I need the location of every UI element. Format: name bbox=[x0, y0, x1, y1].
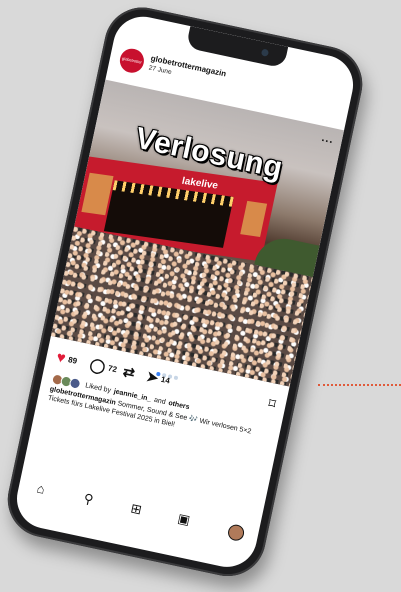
liked-by-others[interactable]: others bbox=[168, 400, 190, 411]
like-button[interactable]: ♥ 89 bbox=[55, 349, 78, 369]
search-icon[interactable]: ⚲ bbox=[82, 490, 94, 508]
share-button[interactable]: ➤ 14 bbox=[145, 368, 171, 389]
bookmark-icon[interactable]: ⌑ bbox=[267, 395, 277, 413]
bottom-navbar: ⌂ ⚲ ⊞ ▣ bbox=[17, 477, 260, 547]
heart-icon[interactable]: ♥ bbox=[55, 349, 67, 367]
create-icon[interactable]: ⊞ bbox=[129, 500, 143, 518]
phone-screen: globetrotter globetrottermagazin 27 June… bbox=[11, 11, 359, 573]
reels-icon[interactable]: ▣ bbox=[176, 510, 191, 528]
comment-count: 72 bbox=[107, 363, 118, 375]
post-image[interactable]: lakelive Verlosung ... bbox=[50, 79, 345, 387]
home-icon[interactable]: ⌂ bbox=[35, 480, 46, 496]
share-icon[interactable]: ➤ bbox=[145, 368, 160, 386]
comment-button[interactable]: ◯ 72 bbox=[88, 356, 118, 377]
comment-icon[interactable]: ◯ bbox=[88, 356, 107, 375]
stage-screen-right bbox=[240, 200, 268, 237]
more-options-icon[interactable]: ... bbox=[321, 132, 335, 146]
profile-icon[interactable] bbox=[226, 523, 246, 543]
phone-body: globetrotter globetrottermagazin 27 June… bbox=[0, 0, 370, 584]
repost-icon[interactable]: ⇄ bbox=[122, 363, 137, 381]
phone-mockup: globetrotter globetrottermagazin 27 June… bbox=[0, 0, 401, 592]
like-count: 89 bbox=[67, 355, 78, 366]
account-avatar[interactable]: globetrotter bbox=[117, 46, 147, 75]
liked-by-and: and bbox=[153, 396, 167, 407]
share-count: 14 bbox=[160, 374, 171, 386]
liker-avatar bbox=[68, 376, 82, 390]
camera-icon bbox=[260, 48, 270, 57]
stage-logo: lakelive bbox=[180, 175, 219, 192]
repost-button[interactable]: ⇄ bbox=[122, 363, 137, 381]
